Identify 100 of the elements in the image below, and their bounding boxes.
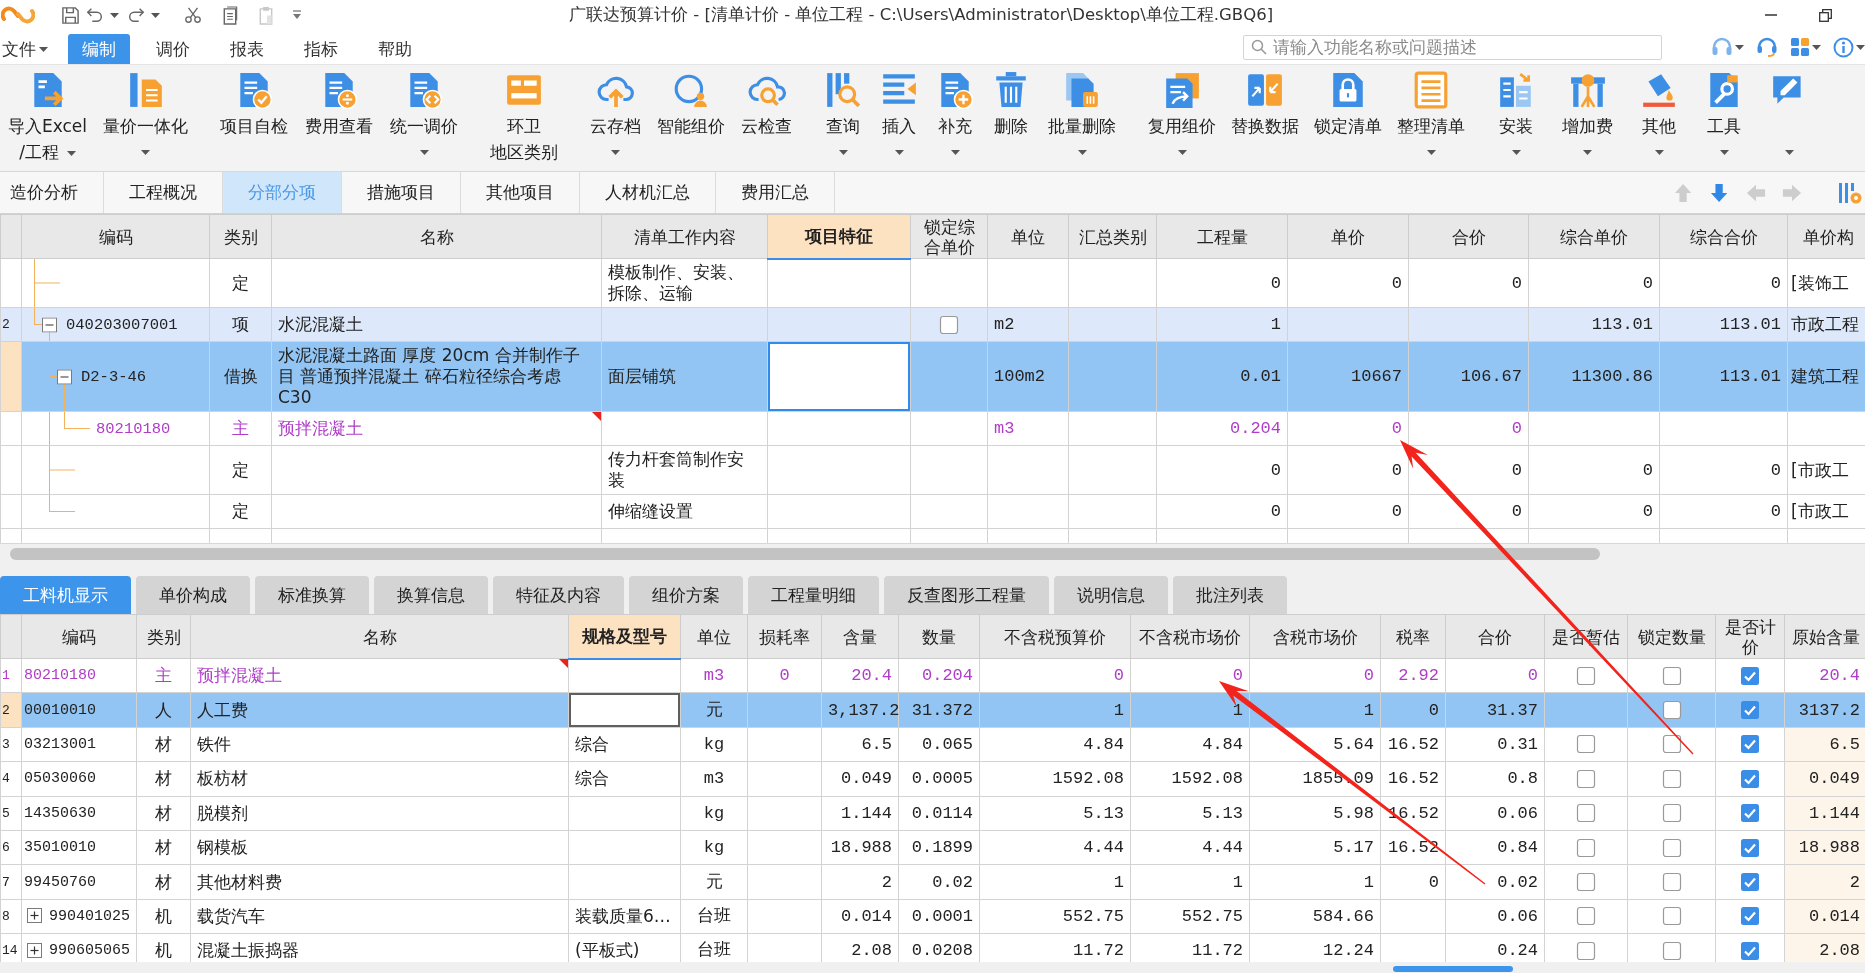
undo-icon[interactable] [86,6,104,24]
checkbox[interactable] [1740,837,1760,858]
customize-icon[interactable] [292,10,302,20]
toolbar-button[interactable]: 安装 [1493,65,1540,171]
checkbox[interactable] [1661,837,1682,858]
checkbox[interactable] [1661,872,1682,893]
expand-toggle-icon[interactable] [27,942,42,958]
restore-icon[interactable] [1819,8,1832,22]
redo-icon[interactable] [127,6,145,24]
apps-grid-icon[interactable] [1790,37,1810,57]
checkbox[interactable] [1661,665,1682,686]
checkbox[interactable] [1576,665,1596,686]
toolbar-button[interactable]: 云存档 [586,65,646,171]
checkbox[interactable] [1576,906,1596,927]
checkbox[interactable] [1576,734,1596,755]
checkbox[interactable] [1576,803,1596,824]
table-row[interactable]: 定 模板制作、安装、拆除、运输 0 0 0 0 0 [装饰工 [0,258,1865,308]
horizontal-scrollbar[interactable] [0,962,1865,973]
toolbar-button[interactable]: 项目自检 [216,65,293,171]
toolbar-button[interactable]: 插入 [876,65,923,171]
info-icon[interactable] [1833,36,1854,58]
checkbox[interactable] [1740,803,1760,824]
menu-tab[interactable]: 报表 [216,34,278,64]
support-icon[interactable] [1756,37,1778,57]
checkbox[interactable] [1576,768,1596,789]
scrollbar-thumb[interactable] [10,548,1600,560]
copy-icon[interactable] [222,5,238,25]
toolbar-button[interactable]: 统一调价 [386,65,463,171]
toolbar-button[interactable]: 补充 [932,65,979,171]
active-cell[interactable] [568,692,681,728]
detail-tab[interactable]: 标准换算 [255,576,369,614]
checkbox[interactable] [1661,803,1682,824]
table-row[interactable]: 1 80210180 主 预拌混凝土 m3 0 20.4 0.204 0 0 0 2.92 0 20.4 [0,658,1865,693]
toolbar-button[interactable]: 云检查 [737,65,797,171]
detail-tab[interactable]: 换算信息 [374,576,488,614]
toolbar-button[interactable]: 量价一体化 [99,65,193,171]
checkbox[interactable] [1576,872,1596,893]
toolbar-button[interactable]: 批量删除 [1044,65,1121,171]
table-row[interactable]: 7 99450760 材 其他材料费 元 2 0.02 1 1 1 0 0.02 2 [0,864,1865,900]
toolbar-button[interactable]: 费用查看 [301,65,378,171]
collapse-toggle-icon[interactable] [57,369,72,384]
checkbox[interactable] [1661,700,1682,721]
horizontal-scrollbar[interactable] [0,543,1865,564]
detail-tab[interactable]: 组价方案 [629,576,743,614]
checkbox[interactable] [1740,768,1760,789]
toolbar-button[interactable]: 复用组价 [1144,65,1221,171]
checkbox[interactable] [1661,734,1682,755]
table-row[interactable]: 2 040203007001 项 水泥混凝土 m2 1 113.01 113.01 市政工程 [0,307,1865,342]
toolbar-button[interactable]: 工具 [1701,65,1748,171]
save-icon[interactable] [61,5,80,25]
loop-logo-icon[interactable] [1,4,35,26]
toolbar-button[interactable]: 删除 [988,65,1035,171]
scrollbar-thumb[interactable] [1393,966,1513,972]
checkbox[interactable] [939,314,959,335]
toolbar-button[interactable]: 整理清单 [1393,65,1470,171]
checkbox[interactable] [1740,734,1760,755]
toolbar-button[interactable]: 其他 [1636,65,1683,171]
toolbar-button[interactable]: 替换数据 [1227,65,1304,171]
menu-tab[interactable]: 帮助 [364,34,426,64]
collapse-toggle-icon[interactable] [42,317,57,332]
checkbox[interactable] [1661,940,1682,961]
checkbox[interactable] [1740,665,1760,686]
detail-tab[interactable]: 说明信息 [1054,576,1168,614]
checkbox[interactable] [1661,906,1682,927]
search-field[interactable]: 请输入功能名称或问题描述 [1243,34,1662,60]
table-row[interactable]: 14 990605065 机 混凝土振捣器 (平板式) 台班 2.08 0.0208 11.72 11.72 12.24 0.24 2.08 [0,933,1865,962]
expand-toggle-icon[interactable] [27,908,42,924]
table-row[interactable]: 80210180 主 预拌混凝土 m3 0.204 0 0 [0,411,1865,446]
scissors-icon[interactable] [184,6,202,24]
table-row[interactable]: 定 传力杆套筒制作安装 0 0 0 0 0 [市政工 [0,445,1865,495]
table-row[interactable]: D2-3-46 借换 水泥混凝土路面 厚度 20cm 合并制作子目 普通预拌混凝土 碎石粒径综合考虑 C30 面层铺筑 100m2 0.01 10667 106.67 11300.86 113.01 建筑工程 [0,341,1865,412]
checkbox[interactable] [1740,700,1760,721]
checkbox[interactable] [1576,837,1596,858]
menu-tab[interactable]: 调价 [142,34,204,64]
toolbar-button[interactable]: 导入Excel /工程 [4,65,92,171]
table-row[interactable]: 定 伸缩缝设置 0 0 0 0 0 [市政工 [0,494,1865,529]
checkbox[interactable] [1576,940,1596,961]
toolbar-button[interactable]: 环卫 地区类别 [486,65,563,171]
table-row[interactable]: 3 03213001 材 铁件 综合 kg 6.5 0.065 4.84 4.84 5.64 16.52 0.31 6.5 [0,727,1865,762]
toolbar-button[interactable]: 智能组价 [653,65,730,171]
detail-tab[interactable]: 反查图形工程量 [884,576,1049,614]
checkbox[interactable] [1661,768,1682,789]
checkbox[interactable] [1740,906,1760,927]
toolbar-button[interactable]: 查询 [820,65,867,171]
checkbox[interactable] [1740,940,1760,961]
menu-tab[interactable]: 文件 [0,34,52,64]
toolbar-button[interactable]: 增加费 [1558,65,1618,171]
checkbox[interactable] [1740,872,1760,893]
headset-icon[interactable] [1711,37,1733,57]
column-settings-icon[interactable] [1838,180,1862,205]
arrow-down-icon[interactable] [1710,181,1730,204]
table-row[interactable]: 8 990401025 机 载货汽车 装载质量6… 台班 0.014 0.0001 552.75 552.75 584.66 0.06 0.014 [0,899,1865,934]
detail-tab[interactable]: 工程量明细 [748,576,879,614]
clipboard-icon[interactable] [258,5,274,25]
table-row[interactable]: 6 35010010 材 钢模板 kg 18.988 0.1899 4.44 4.44 5.17 16.52 0.84 18.988 [0,830,1865,865]
detail-tab[interactable]: 批注列表 [1173,576,1287,614]
active-cell[interactable] [767,341,911,412]
toolbar-button[interactable]: 锁定清单 [1310,65,1387,171]
detail-tab[interactable]: 特征及内容 [493,576,624,614]
menu-tab[interactable]: 指标 [290,34,352,64]
